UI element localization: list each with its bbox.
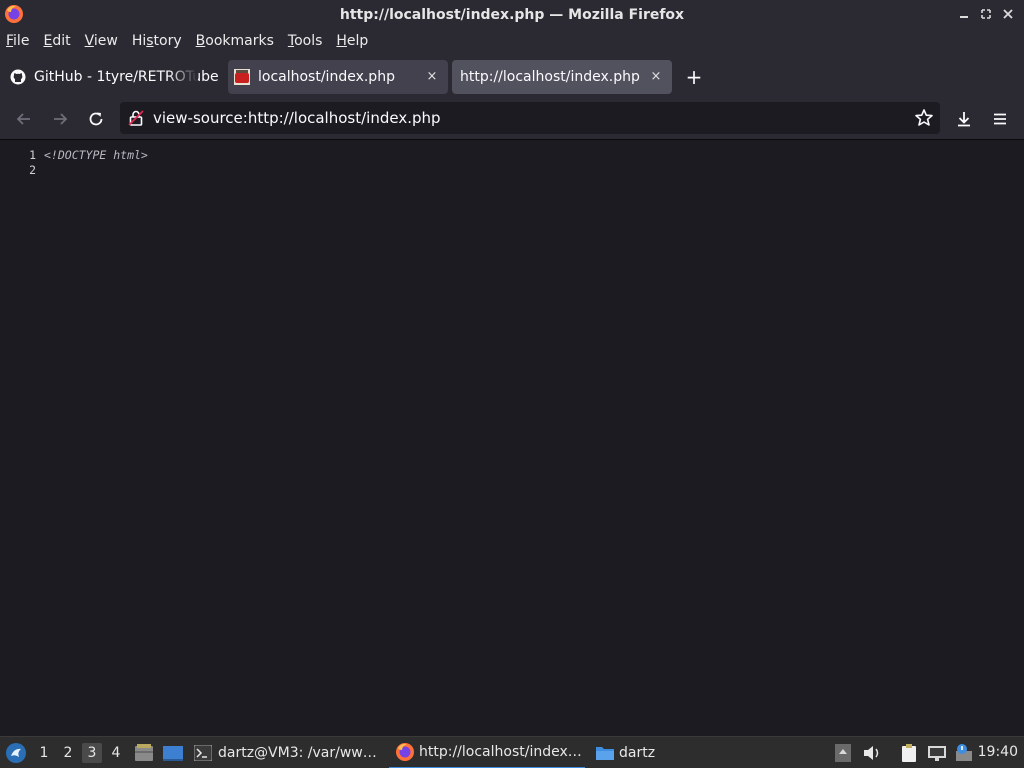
workspace-3[interactable]: 3 (82, 743, 102, 763)
back-button[interactable] (12, 107, 36, 131)
file-manager-launcher-icon[interactable] (133, 743, 155, 763)
download-icon (958, 112, 970, 127)
tab-label: http://localhost/index.php (460, 69, 640, 85)
page-content: 1 <!DOCTYPE html> 2 (0, 141, 1024, 736)
new-tab-button[interactable]: + (684, 67, 704, 88)
firefox-icon (5, 5, 23, 23)
line-number: 1 (29, 148, 36, 162)
navigation-toolbar: view-source:http://localhost/index.php (0, 98, 1024, 140)
volume-icon[interactable] (862, 744, 882, 762)
tab-github[interactable]: GitHub - 1tyre/RETROTube (4, 60, 224, 94)
workspace-2[interactable]: 2 (58, 743, 78, 763)
tray-upload-icon[interactable] (834, 743, 852, 763)
taskbar: 1 2 3 4 dartz@VM3: /var/ww… http://local… (0, 736, 1024, 768)
forward-arrow-icon (54, 113, 68, 125)
tab-view-source[interactable]: http://localhost/index.php × (452, 60, 672, 94)
task-label: dartz (619, 745, 656, 761)
insecure-lock-icon (128, 110, 144, 126)
app-menu-button[interactable] (988, 107, 1012, 131)
reload-icon (89, 112, 103, 126)
folder-icon (596, 747, 614, 760)
tab-strip: GitHub - 1tyre/RETROTube localhost/index… (0, 52, 1024, 98)
tab-close-button[interactable]: × (424, 69, 440, 85)
minimize-icon (960, 16, 968, 18)
window-title: http://localhost/index.php — Mozilla Fir… (339, 7, 685, 23)
url-bar[interactable]: view-source:http://localhost/index.php (120, 102, 940, 134)
clock: 19:40 (977, 744, 1018, 760)
clipboard-icon[interactable] (899, 743, 919, 763)
reload-button[interactable] (84, 107, 108, 131)
maximize-button[interactable] (978, 6, 994, 22)
menu-view[interactable]: View (85, 33, 118, 49)
forward-button[interactable] (48, 107, 72, 131)
task-folder[interactable]: dartz (595, 737, 655, 768)
tab-label: localhost/index.php (258, 69, 395, 85)
menu-edit[interactable]: Edit (43, 33, 70, 49)
downloads-button[interactable] (952, 107, 976, 131)
github-icon (10, 69, 26, 85)
retrotube-favicon (234, 69, 250, 85)
tab-localhost[interactable]: localhost/index.php × (228, 60, 448, 94)
menu-bar: File Edit View History Bookmarks Tools H… (0, 30, 1024, 52)
line-number: 2 (29, 163, 36, 177)
menu-tools[interactable]: Tools (288, 33, 323, 49)
minimize-button[interactable] (956, 6, 972, 22)
url-text[interactable]: view-source:http://localhost/index.php (153, 109, 441, 127)
close-icon (1003, 9, 1013, 19)
task-firefox[interactable]: http://localhost/index… (389, 737, 585, 768)
menu-help[interactable]: Help (336, 33, 368, 49)
workspace-4[interactable]: 4 (106, 743, 126, 763)
restore-icon (981, 9, 991, 19)
window-titlebar: http://localhost/index.php — Mozilla Fir… (0, 0, 1024, 30)
close-window-button[interactable] (1000, 6, 1016, 22)
tab-close-button[interactable]: × (648, 69, 664, 85)
task-label: http://localhost/index… (419, 744, 582, 760)
notification-icon[interactable] (954, 743, 974, 763)
menu-history[interactable]: History (132, 33, 182, 49)
task-label: dartz@VM3: /var/ww… (218, 745, 377, 761)
network-icon[interactable] (927, 744, 947, 762)
tab-fade (168, 60, 198, 94)
back-arrow-icon (16, 113, 30, 125)
bookmark-star-icon[interactable] (914, 108, 934, 128)
workspace-1[interactable]: 1 (34, 743, 54, 763)
hamburger-menu-icon (994, 113, 1006, 125)
line-code: <!DOCTYPE html> (44, 148, 148, 162)
task-terminal[interactable]: dartz@VM3: /var/ww… (194, 737, 377, 768)
terminal-icon (194, 745, 212, 761)
menu-file[interactable]: File (6, 33, 29, 49)
desktop-launcher-icon[interactable] (162, 744, 184, 762)
firefox-icon (396, 743, 414, 761)
menu-bookmarks[interactable]: Bookmarks (196, 33, 274, 49)
start-menu-icon[interactable] (5, 742, 27, 764)
